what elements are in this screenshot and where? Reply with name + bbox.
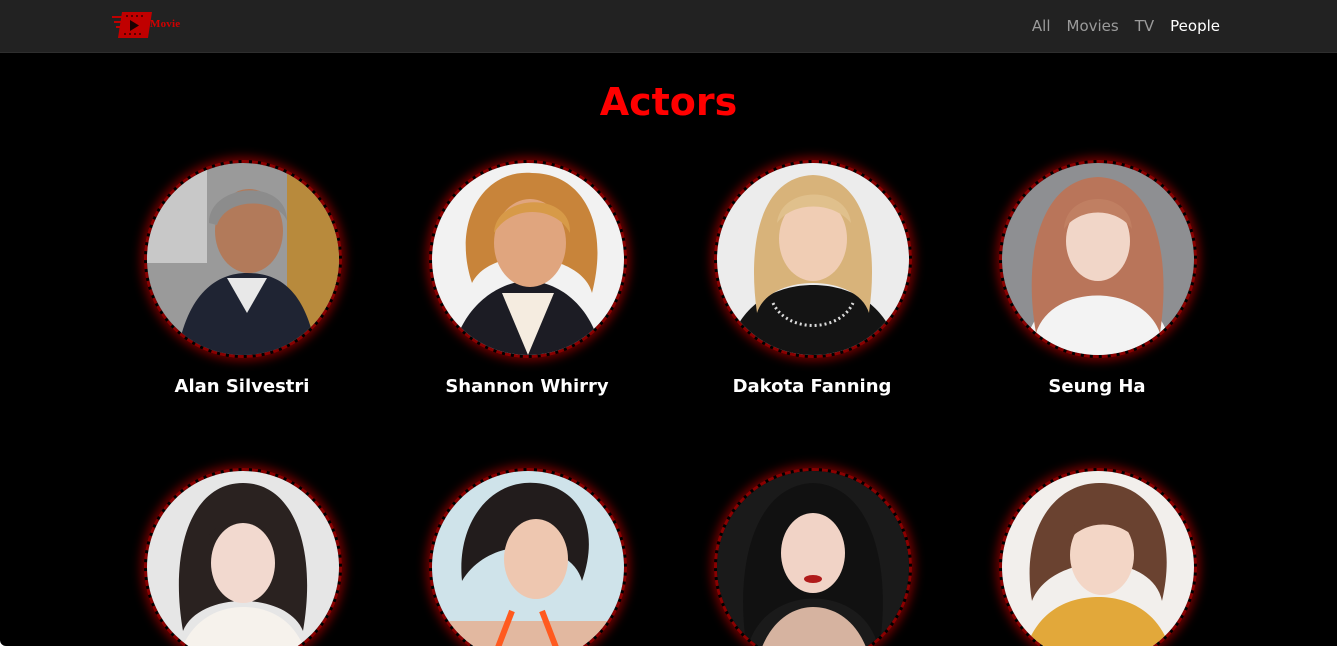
actor-photo-icon bbox=[147, 471, 339, 646]
nav-item-movies[interactable]: Movies bbox=[1067, 17, 1119, 35]
actor-name[interactable]: Dakota Fanning bbox=[670, 376, 954, 397]
actor-photo-icon bbox=[1002, 471, 1194, 646]
actor-name[interactable]: Seung Ha bbox=[955, 376, 1239, 397]
actor-photo[interactable] bbox=[999, 468, 1197, 646]
page: Movie All Movies TV People Actors Alan S… bbox=[0, 0, 1337, 646]
actor-photo-icon bbox=[432, 471, 624, 646]
actor-photo[interactable] bbox=[144, 160, 342, 358]
film-logo-icon bbox=[112, 10, 152, 40]
actor-photo-icon bbox=[717, 163, 909, 355]
page-title: Actors bbox=[599, 80, 738, 124]
nav-item-tv[interactable]: TV bbox=[1135, 17, 1154, 35]
actor-photo[interactable] bbox=[429, 468, 627, 646]
logo-link[interactable]: Movie bbox=[112, 10, 180, 40]
navbar: Movie All Movies TV People bbox=[0, 0, 1337, 53]
actor-name[interactable]: Shannon Whirry bbox=[385, 376, 669, 397]
actor-photo-icon bbox=[1002, 163, 1194, 355]
actor-photo[interactable] bbox=[999, 160, 1197, 358]
actor-photo[interactable] bbox=[144, 468, 342, 646]
actor-name[interactable]: Alan Silvestri bbox=[100, 376, 384, 397]
nav-item-people[interactable]: People bbox=[1170, 17, 1220, 35]
actor-photo[interactable] bbox=[429, 160, 627, 358]
actor-photo-icon bbox=[147, 163, 339, 355]
nav-menu: All Movies TV People bbox=[1016, 0, 1220, 52]
nav-item-all[interactable]: All bbox=[1032, 17, 1051, 35]
actor-photo-icon bbox=[717, 471, 909, 646]
actor-photo[interactable] bbox=[714, 160, 912, 358]
actor-photo[interactable] bbox=[714, 468, 912, 646]
actor-photo-icon bbox=[432, 163, 624, 355]
logo-text: Movie bbox=[150, 18, 181, 30]
